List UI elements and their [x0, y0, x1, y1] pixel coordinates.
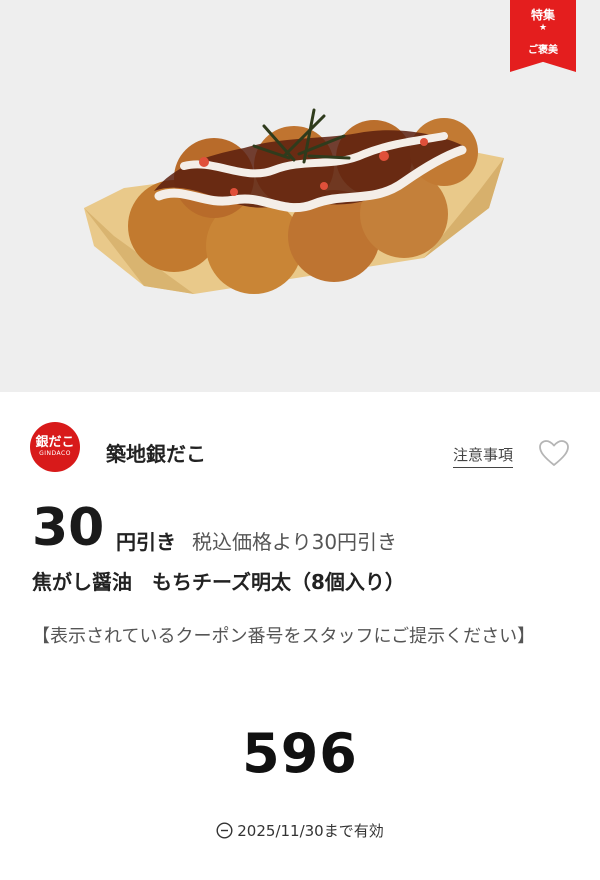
logo-text-main: 銀だこ	[35, 435, 75, 450]
discount-unit: 円引き	[116, 530, 176, 554]
expiry-text: 2025/11/30まで有効	[237, 822, 384, 840]
brand-name: 築地銀だこ	[106, 442, 206, 466]
discount-amount: 30	[32, 498, 105, 558]
badge-line2: ご褒美	[528, 45, 558, 56]
brand-logo: 銀だこ GINDACO	[30, 422, 80, 472]
feature-badge: 特集 ★ ご褒美	[510, 0, 576, 72]
heart-outline-icon[interactable]	[538, 439, 570, 467]
badge-star-icon: ★	[538, 23, 548, 33]
product-name: 焦がし醤油 もちチーズ明太（8個入り）	[32, 570, 405, 594]
instruction-text: 【表示されているクーポン番号をスタッフにご提示ください】	[32, 626, 536, 647]
clock-minus-icon	[216, 822, 233, 839]
takoyaki-image	[84, 108, 504, 294]
expiry-line: 2025/11/30まで有効	[0, 820, 600, 841]
badge-line1: 特集	[530, 8, 555, 22]
discount-detail: 税込価格より30円引き	[192, 530, 398, 554]
hero-image-area: 特集 ★ ご褒美	[0, 0, 600, 392]
coupon-card: 銀だこ GINDACO 築地銀だこ 注意事項 30 円引き 税込価格より30円引…	[0, 392, 600, 880]
logo-text-sub: GINDACO	[39, 450, 71, 457]
coupon-code: 596	[242, 722, 358, 785]
notes-link[interactable]: 注意事項	[453, 444, 514, 468]
